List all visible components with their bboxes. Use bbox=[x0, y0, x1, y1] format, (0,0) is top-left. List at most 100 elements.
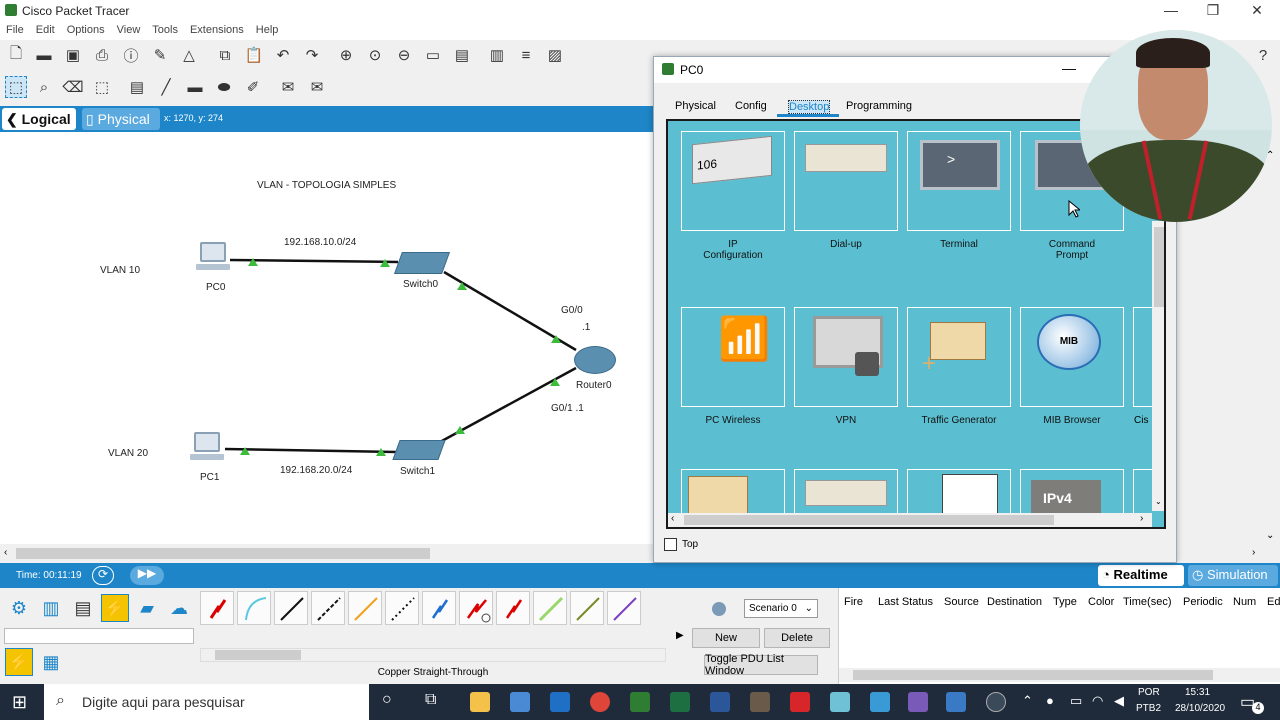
minimize-button[interactable]: — bbox=[1156, 2, 1186, 18]
expand-arrow-icon[interactable]: ▶ bbox=[676, 630, 684, 641]
word-icon[interactable] bbox=[710, 692, 730, 712]
redo-icon[interactable]: ↷ bbox=[301, 44, 323, 66]
zoom-in-icon[interactable]: ⊕ bbox=[335, 44, 357, 66]
connections-icon[interactable]: ⚡ bbox=[101, 594, 129, 622]
misc-icon[interactable]: ▰ bbox=[133, 594, 161, 622]
open-folder-icon[interactable]: ▬ bbox=[33, 44, 55, 66]
freeform-icon[interactable]: ✐ bbox=[242, 76, 264, 98]
scroll-left-icon[interactable]: ‹ bbox=[4, 547, 7, 558]
app-icon[interactable] bbox=[750, 692, 770, 712]
app-icon[interactable] bbox=[908, 692, 928, 712]
zoom-out-icon[interactable]: ⊖ bbox=[393, 44, 415, 66]
inspect-icon[interactable]: ⌕ bbox=[33, 76, 55, 98]
scroll-down-icon[interactable]: ⌄ bbox=[1266, 530, 1274, 541]
ellipse-icon[interactable]: ⬬ bbox=[213, 76, 235, 98]
windows-start-icon[interactable]: ⊞ bbox=[12, 692, 27, 713]
app-icon[interactable] bbox=[870, 692, 890, 712]
activity-wizard-icon[interactable]: △ bbox=[178, 44, 200, 66]
pc-wireless-app[interactable]: 📶 bbox=[681, 307, 785, 407]
toggle-pdu-list-button[interactable]: Toggle PDU List Window bbox=[704, 653, 818, 677]
fiber-cable-icon[interactable] bbox=[348, 591, 382, 625]
select-icon[interactable]: ⬚ bbox=[5, 76, 27, 98]
close-button[interactable]: ✕ bbox=[1242, 2, 1272, 19]
dialog-icon[interactable]: ≡ bbox=[515, 44, 537, 66]
octal-cable-icon[interactable] bbox=[533, 591, 567, 625]
console-cable-icon[interactable] bbox=[237, 591, 271, 625]
scroll-up-icon[interactable]: ⌃ bbox=[1266, 150, 1274, 161]
menu-extensions[interactable]: Extensions bbox=[184, 22, 250, 38]
switch1-device[interactable] bbox=[392, 440, 446, 460]
custom-device-icon[interactable]: ▤ bbox=[451, 44, 473, 66]
scenario-select[interactable]: Scenario 0 ⌄ bbox=[744, 599, 818, 618]
packet-tracer-icon[interactable] bbox=[630, 692, 650, 712]
volume-icon[interactable]: ◀ bbox=[1114, 693, 1124, 709]
simulation-tab[interactable]: ◷ Simulation bbox=[1188, 565, 1278, 586]
realtime-tab[interactable]: ◔ Realtime bbox=[1098, 565, 1184, 586]
info-icon[interactable]: ⓘ bbox=[120, 44, 142, 66]
straight-through-cable-icon[interactable] bbox=[274, 591, 308, 625]
excel-icon[interactable] bbox=[670, 692, 690, 712]
desktop-hscroll[interactable]: ‹ › bbox=[668, 513, 1152, 527]
chevron-down-icon[interactable]: ⌄ bbox=[1155, 497, 1162, 506]
task-view-icon[interactable]: ⧉ bbox=[425, 691, 436, 709]
resize-icon[interactable]: ⬚ bbox=[91, 76, 113, 98]
usb-cable-icon[interactable] bbox=[607, 591, 641, 625]
app-icon[interactable] bbox=[946, 692, 966, 712]
router0-device[interactable] bbox=[574, 346, 616, 374]
end-devices-icon[interactable]: ▥ bbox=[37, 594, 65, 622]
save-icon[interactable]: ▣ bbox=[62, 44, 84, 66]
scroll-right-icon[interactable]: › bbox=[1252, 547, 1255, 558]
serial-dce-cable-icon[interactable] bbox=[459, 591, 493, 625]
device-search-field[interactable] bbox=[4, 628, 194, 644]
serial-dte-cable-icon[interactable] bbox=[496, 591, 530, 625]
fast-forward-icon[interactable]: ▶▶ bbox=[130, 566, 164, 585]
menu-view[interactable]: View bbox=[111, 22, 147, 38]
terminal-app[interactable]: > bbox=[907, 131, 1011, 231]
scroll-right-icon[interactable]: › bbox=[1140, 513, 1143, 524]
app-icon[interactable] bbox=[986, 692, 1006, 712]
iot-cable-icon[interactable] bbox=[570, 591, 604, 625]
microphone-icon[interactable]: ● bbox=[1046, 693, 1054, 708]
scroll-thumb[interactable] bbox=[16, 548, 430, 559]
simple-pdu-icon[interactable]: ✉ bbox=[277, 76, 299, 98]
language-indicator[interactable]: POR bbox=[1138, 687, 1160, 698]
undo-icon[interactable]: ↶ bbox=[272, 44, 294, 66]
coaxial-cable-icon[interactable] bbox=[422, 591, 456, 625]
chrome-icon[interactable] bbox=[590, 692, 610, 712]
physical-tab[interactable]: ▯ Physical bbox=[82, 108, 160, 130]
power-cycle-icon[interactable]: ⟳ bbox=[92, 566, 114, 585]
scroll-left-icon[interactable]: ‹ bbox=[671, 513, 674, 524]
tab-config[interactable]: Config bbox=[735, 100, 767, 112]
tab-physical[interactable]: Physical bbox=[675, 100, 716, 112]
multiuser-icon[interactable]: ☁ bbox=[165, 594, 193, 622]
top-checkbox[interactable] bbox=[664, 538, 677, 551]
pc0-device[interactable] bbox=[196, 242, 232, 274]
complex-pdu-icon[interactable]: ✉ bbox=[306, 76, 328, 98]
mail-icon[interactable] bbox=[550, 692, 570, 712]
menu-options[interactable]: Options bbox=[61, 22, 111, 38]
switch0-device[interactable] bbox=[393, 252, 451, 274]
mib-browser-app[interactable]: MIB bbox=[1020, 307, 1124, 407]
vpn-app[interactable] bbox=[794, 307, 898, 407]
tab-programming[interactable]: Programming bbox=[846, 100, 912, 112]
ip-configuration-app[interactable]: 106 bbox=[681, 131, 785, 231]
phone-cable-icon[interactable] bbox=[385, 591, 419, 625]
menu-tools[interactable]: Tools bbox=[146, 22, 184, 38]
new-file-icon[interactable]: 🗋 bbox=[5, 44, 27, 66]
delete-scenario-button[interactable]: Delete bbox=[764, 628, 830, 648]
maximize-button[interactable]: ❐ bbox=[1198, 2, 1228, 19]
menu-help[interactable]: Help bbox=[250, 22, 285, 38]
traffic-generator-app[interactable]: + bbox=[907, 307, 1011, 407]
notes-icon[interactable]: ▥ bbox=[486, 44, 508, 66]
copy-icon[interactable]: ⧉ bbox=[214, 44, 236, 66]
connection-scrollbar[interactable] bbox=[200, 648, 666, 662]
note-icon[interactable]: ▤ bbox=[126, 76, 148, 98]
tab-desktop[interactable]: Desktop bbox=[788, 100, 831, 114]
pdu-scrollbar[interactable] bbox=[839, 668, 1280, 682]
network-wizard-icon[interactable]: ✎ bbox=[149, 44, 171, 66]
delete-icon[interactable]: ⌫ bbox=[62, 76, 84, 98]
chevron-up-icon[interactable]: ⌃ bbox=[1022, 693, 1033, 709]
components-icon[interactable]: ▤ bbox=[69, 594, 97, 622]
auto-cable-icon[interactable] bbox=[200, 591, 234, 625]
file-explorer-icon[interactable] bbox=[470, 692, 490, 712]
